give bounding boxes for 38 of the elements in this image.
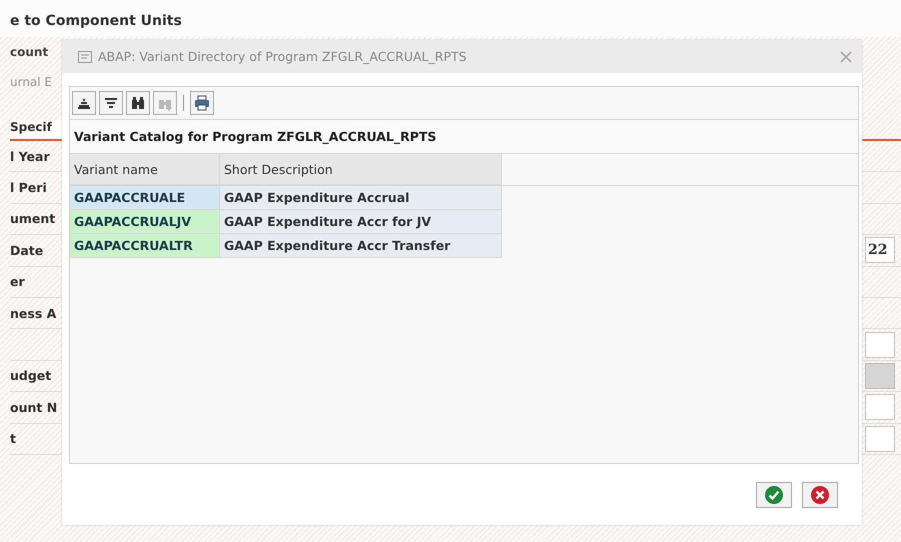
filter-button[interactable]: [99, 91, 123, 115]
field-label: ness A: [10, 306, 56, 321]
field-label: ount N: [10, 400, 58, 415]
page-title: e to Component Units: [0, 0, 901, 37]
field-label: udget: [10, 368, 52, 384]
field-label: l Year: [10, 148, 50, 164]
field-label: t: [10, 431, 16, 446]
table-cell[interactable]: GAAP Expenditure Accr Transfer: [220, 234, 502, 258]
binoculars-button[interactable]: [126, 91, 150, 115]
field-label: er: [10, 274, 25, 290]
window-icon: [78, 50, 92, 62]
table-cell[interactable]: GAAPACCRUALE: [70, 186, 220, 210]
field-label: Date: [10, 242, 44, 258]
column-header: Variant name: [70, 154, 220, 185]
dialog-title: ABAP: Variant Directory of Program ZFGLR_ACCRUAL_RPTS: [98, 49, 468, 64]
printer-button[interactable]: [190, 91, 214, 115]
cancel-button[interactable]: [802, 482, 838, 508]
sort-button[interactable]: [72, 91, 96, 115]
table-cell[interactable]: GAAP Expenditure Accr for JV: [220, 210, 502, 234]
confirm-button[interactable]: [756, 482, 792, 508]
field-label: count: [10, 44, 50, 61]
table-cell[interactable]: GAAPACCRUALTR: [70, 234, 220, 258]
table-cell[interactable]: GAAP Expenditure Accrual: [220, 186, 502, 210]
column-header: Short Description: [220, 154, 502, 185]
table-cell[interactable]: GAAPACCRUALJV: [70, 210, 220, 234]
field-label: l Peri: [10, 180, 47, 196]
input-field[interactable]: [865, 332, 895, 358]
field-label: urnal E: [10, 74, 54, 91]
binoculars-icon: [129, 94, 147, 112]
printer-icon: [193, 94, 211, 112]
input-field[interactable]: [865, 426, 895, 452]
input-field[interactable]: 22: [865, 237, 895, 264]
catalog-title: Variant Catalog for Program ZFGLR_ACCRUAL_RPTS: [74, 129, 436, 144]
tab[interactable]: Specif: [10, 120, 62, 141]
cancel-icon: [810, 484, 830, 504]
checkmark-icon: [764, 484, 784, 504]
field-label: ument: [10, 211, 56, 226]
input-field[interactable]: [865, 394, 895, 420]
